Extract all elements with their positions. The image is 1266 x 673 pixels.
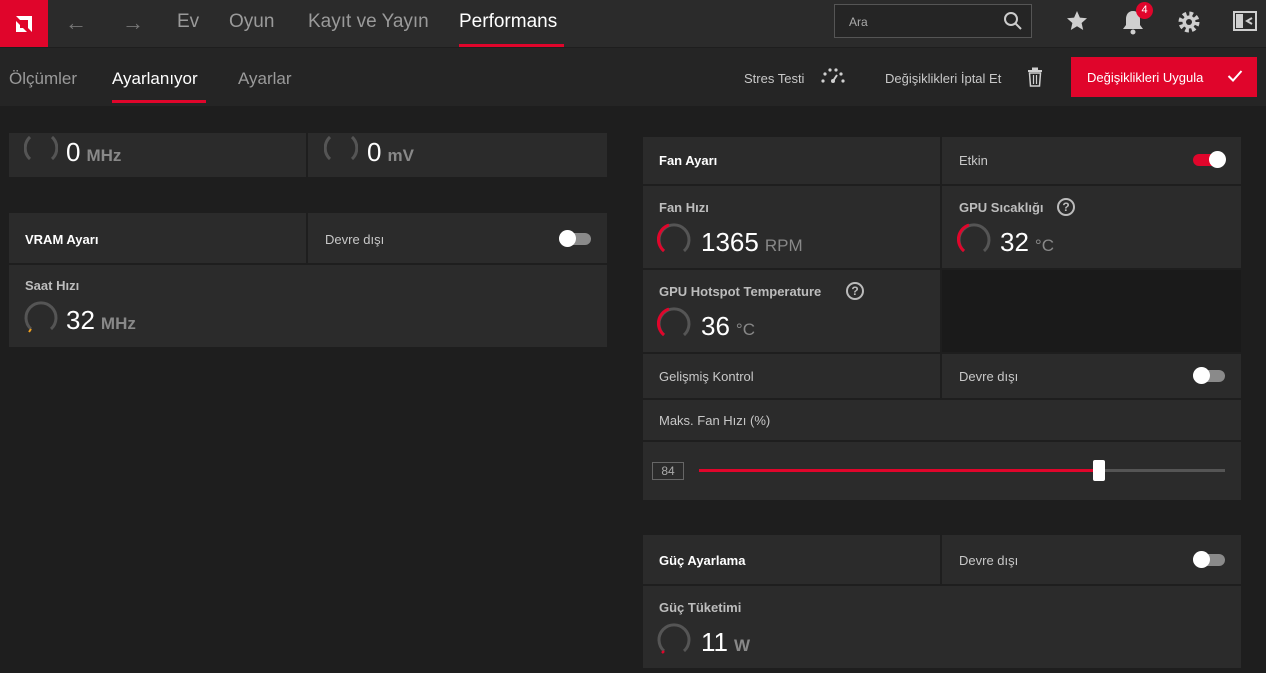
vram-title: VRAM Ayarı xyxy=(25,232,99,247)
vram-clock-readout: 32 MHz xyxy=(66,305,136,336)
fan-speed-cell: Fan Hızı 1365 RPM xyxy=(643,186,940,268)
notification-badge: 4 xyxy=(1136,2,1153,19)
gpu-temp-unit: °C xyxy=(1034,236,1054,255)
apply-changes-label: Değişiklikleri Uygula xyxy=(1087,70,1204,85)
divider xyxy=(306,213,308,263)
power-status: Devre dışı xyxy=(959,553,1019,568)
gpu-voltage-readout: 0 mV xyxy=(367,137,414,168)
top-bar: ← → Ev Oyun Kayıt ve Yayın Performans Ar… xyxy=(0,0,1266,47)
advanced-control-status-cell: Devre dışı xyxy=(942,354,1241,398)
amd-logo[interactable] xyxy=(0,0,48,47)
fan-title: Fan Ayarı xyxy=(659,153,718,168)
clock-gauge-icon xyxy=(24,135,58,161)
empty-cell xyxy=(942,270,1241,352)
gpu-temp-gauge-icon xyxy=(957,223,991,253)
gpu-clock-readout: 0 MHz xyxy=(66,137,121,168)
gpu-temp-readout: 32 °C xyxy=(1000,227,1054,258)
power-consumption-cell: Güç Tüketimi 11 W xyxy=(643,586,1241,668)
nav-performance[interactable]: Performans xyxy=(459,11,557,33)
gpu-voltage-unit: mV xyxy=(387,146,414,165)
voltage-gauge-icon xyxy=(324,135,358,161)
stress-test-gauge-icon[interactable] xyxy=(820,66,846,89)
gpu-temp-value: 32 xyxy=(1000,227,1029,257)
tab-tuning[interactable]: Ayarlanıyor xyxy=(112,69,198,89)
nav-active-indicator xyxy=(459,44,564,47)
gpu-temp-cell: GPU Sıcaklığı ? 32 °C xyxy=(942,186,1241,268)
slider-fill xyxy=(699,469,1099,472)
vram-toggle[interactable] xyxy=(559,230,591,247)
back-arrow-icon[interactable]: ← xyxy=(62,10,90,36)
vram-clock-gauge-icon xyxy=(24,301,58,333)
stress-test-label[interactable]: Stres Testi xyxy=(744,71,804,86)
power-unit: W xyxy=(734,636,751,655)
advanced-control-cell: Gelişmiş Kontrol xyxy=(643,354,940,398)
nav-record-stream[interactable]: Kayıt ve Yayın xyxy=(308,11,429,33)
fan-status: Etkin xyxy=(959,153,988,168)
power-toggle[interactable] xyxy=(1193,551,1225,568)
vram-clock-unit: MHz xyxy=(100,314,136,333)
max-fan-speed-label: Maks. Fan Hızı (%) xyxy=(659,413,771,428)
max-fan-speed-slider[interactable] xyxy=(699,460,1225,481)
gpu-temp-label: GPU Sıcaklığı xyxy=(959,200,1044,215)
fan-speed-value: 1365 xyxy=(701,227,759,257)
divider xyxy=(306,133,308,177)
fan-speed-readout: 1365 RPM xyxy=(701,227,803,258)
forward-arrow-icon[interactable]: → xyxy=(119,10,147,36)
tab-metrics[interactable]: Ölçümler xyxy=(9,69,77,89)
fan-speed-gauge-icon xyxy=(657,223,691,253)
power-consumption-label: Güç Tüketimi xyxy=(659,600,742,615)
tab-active-indicator xyxy=(112,100,206,103)
power-tuning-card: Güç Ayarlama Devre dışı Güç Tüketimi 11 W xyxy=(643,535,1241,668)
advanced-control-label: Gelişmiş Kontrol xyxy=(659,369,754,384)
nav-gaming[interactable]: Oyun xyxy=(229,11,274,33)
fan-toggle[interactable] xyxy=(1193,151,1226,168)
hotspot-temp-label: GPU Hotspot Temperature xyxy=(659,284,822,299)
slider-thumb[interactable] xyxy=(1092,460,1105,481)
settings-gear-icon[interactable] xyxy=(1176,9,1202,40)
fan-title-cell: Fan Ayarı xyxy=(643,137,940,184)
gpu-temp-help-icon[interactable]: ? xyxy=(1057,198,1075,216)
favorites-star-icon[interactable] xyxy=(1065,9,1089,38)
power-title: Güç Ayarlama xyxy=(659,553,746,568)
gpu-tuning-card-partial: 0 MHz 0 mV xyxy=(9,133,607,177)
max-fan-speed-header: Maks. Fan Hızı (%) xyxy=(643,400,1241,440)
gpu-clock-unit: MHz xyxy=(86,146,122,165)
gpu-clock-value: 0 xyxy=(66,137,81,167)
checkmark-icon xyxy=(1227,69,1243,86)
fan-status-cell: Etkin xyxy=(942,137,1241,184)
fan-speed-label: Fan Hızı xyxy=(659,200,709,215)
hotspot-temp-value: 36 xyxy=(701,311,730,341)
divider xyxy=(9,263,607,265)
power-gauge-icon xyxy=(657,623,691,654)
search-box[interactable]: Ara xyxy=(834,4,1032,38)
gpu-voltage-value: 0 xyxy=(367,137,382,167)
hotspot-temp-cell: GPU Hotspot Temperature ? 36 °C xyxy=(643,270,940,352)
fan-tuning-card: Fan Ayarı Etkin Fan Hızı 1365 RPM GPU Sıc… xyxy=(643,137,1241,500)
search-placeholder: Ara xyxy=(849,15,868,29)
search-icon[interactable] xyxy=(1003,11,1023,36)
hotspot-temp-readout: 36 °C xyxy=(701,311,755,342)
power-readout: 11 W xyxy=(701,627,750,658)
vram-clock-value: 32 xyxy=(66,305,95,335)
amd-logo-icon xyxy=(16,15,32,32)
advanced-control-status: Devre dışı xyxy=(959,369,1019,384)
power-title-cell: Güç Ayarlama xyxy=(643,535,940,584)
advanced-control-toggle[interactable] xyxy=(1193,367,1225,384)
trash-icon[interactable] xyxy=(1027,67,1043,92)
max-fan-speed-value-box[interactable]: 84 xyxy=(652,462,684,480)
sidebar-toggle-icon[interactable] xyxy=(1232,9,1258,38)
hotspot-temp-unit: °C xyxy=(735,320,755,339)
power-value: 11 xyxy=(701,627,728,657)
vram-clock-label: Saat Hızı xyxy=(25,278,80,293)
apply-changes-button[interactable]: Değişiklikleri Uygula xyxy=(1071,57,1257,97)
vram-tuning-card: VRAM Ayarı Devre dışı Saat Hızı 32 MHz xyxy=(9,213,607,347)
hotspot-temp-gauge-icon xyxy=(657,307,691,337)
vram-status: Devre dışı xyxy=(325,232,385,247)
nav-home[interactable]: Ev xyxy=(177,11,199,33)
discard-changes-label[interactable]: Değişiklikleri İptal Et xyxy=(885,71,1001,86)
tab-settings[interactable]: Ayarlar xyxy=(238,69,292,89)
fan-speed-unit: RPM xyxy=(764,236,803,255)
power-status-cell: Devre dışı xyxy=(942,535,1241,584)
hotspot-help-icon[interactable]: ? xyxy=(846,282,864,300)
